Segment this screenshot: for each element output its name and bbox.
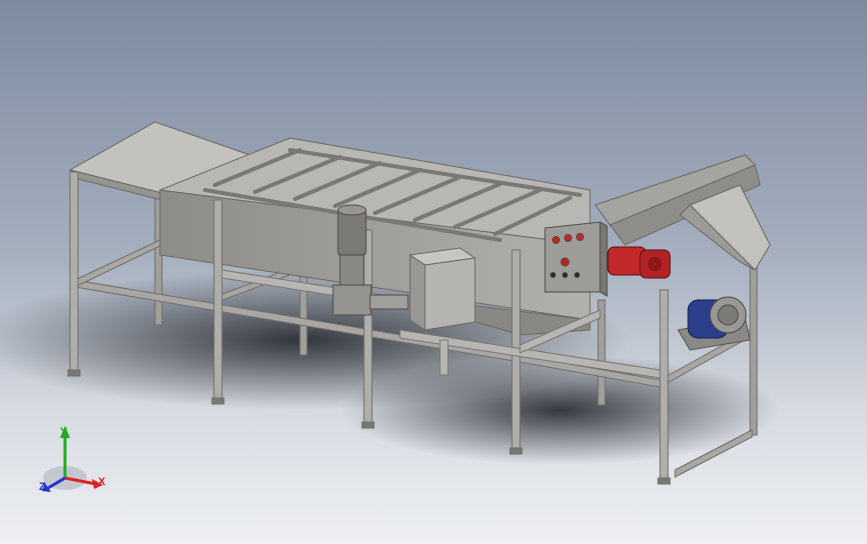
gear-motor [607, 246, 671, 279]
x-axis-label: X [98, 476, 106, 488]
washing-machine-model[interactable] [0, 0, 867, 544]
blower-motor [677, 296, 751, 351]
y-axis-label: Y [60, 426, 68, 438]
control-panel [544, 221, 608, 297]
cad-model-viewport[interactable]: Y X Z [0, 0, 867, 544]
filter-box [408, 247, 477, 331]
z-axis-label: Z [39, 481, 46, 493]
